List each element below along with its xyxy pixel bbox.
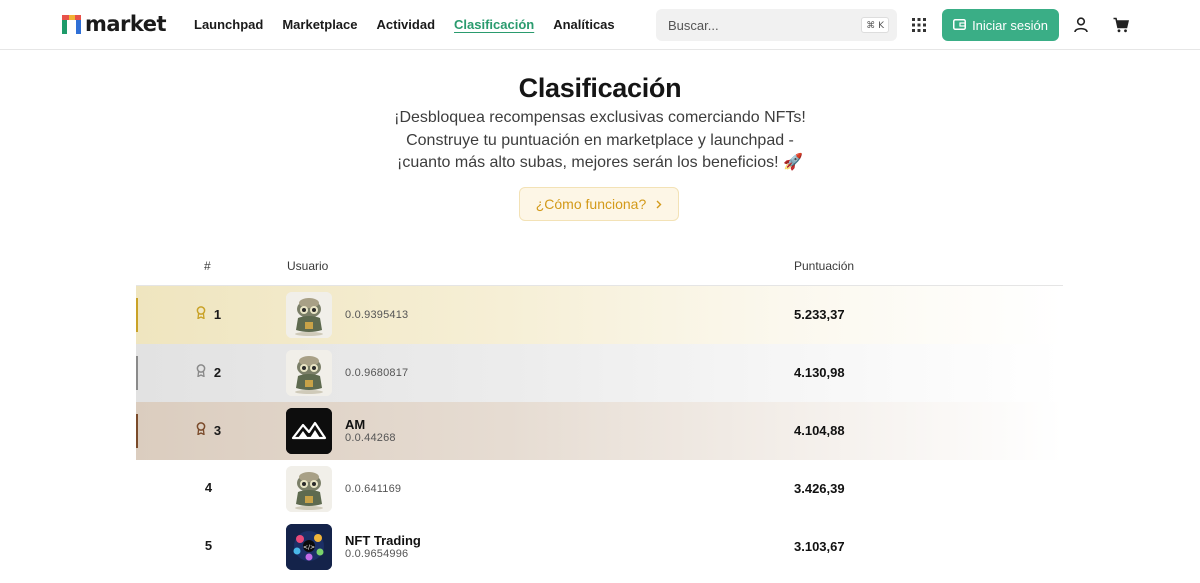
user-name: NFT Trading (345, 533, 421, 548)
score-value: 3.103,67 (794, 539, 845, 554)
search-box: ⌘ K (656, 9, 897, 41)
rank-cell: 3 (136, 422, 281, 438)
medal-icon (196, 422, 206, 438)
wallet-icon (953, 18, 967, 33)
medal-icon (196, 306, 206, 322)
search-input[interactable] (656, 9, 856, 41)
table-row[interactable]: 5 </> NFT Trading 0.0.9654996 3.103,67 (136, 518, 1063, 576)
rank-number: 4 (204, 480, 213, 495)
top-header: market Launchpad Marketplace Actividad C… (0, 0, 1200, 50)
score-value: 4.130,98 (794, 365, 845, 380)
how-it-works-label: ¿Cómo funciona? (535, 196, 647, 212)
user-name: AM (345, 417, 366, 432)
nav-marketplace[interactable]: Marketplace (282, 16, 357, 34)
rank-cell: 2 (136, 364, 281, 380)
header-score: Puntuación (794, 259, 855, 273)
table-header: # Usuario Puntuación (136, 252, 1063, 286)
table-row[interactable]: 3 AM 0.0.44268 4.104,88 (136, 402, 1063, 460)
avatar[interactable] (286, 350, 332, 396)
avatar[interactable] (286, 466, 332, 512)
user-id: 0.0.641169 (345, 483, 402, 495)
nav-analiticas[interactable]: Analíticas (553, 16, 614, 34)
avatar[interactable]: </> (286, 524, 332, 570)
table-row[interactable]: 4 0.0.641169 3.426,39 (136, 460, 1063, 518)
logo-mark-icon (62, 14, 81, 34)
chevron-right-icon (656, 196, 662, 212)
rank-cell: 5 (136, 538, 281, 553)
page-title: Clasificación (518, 73, 682, 103)
logo-text: market (85, 12, 167, 36)
rank-number: 3 (213, 422, 222, 438)
header-user: Usuario (287, 259, 329, 273)
nav-actividad[interactable]: Actividad (377, 16, 436, 34)
page-subtitle: ¡Desbloquea recompensas exclusivas comer… (0, 107, 1200, 175)
user-icon[interactable] (1070, 14, 1092, 36)
rank-number: 1 (213, 306, 222, 322)
search-shortcut-badge: ⌘ K (861, 17, 889, 33)
score-value: 5.233,37 (794, 307, 845, 322)
how-it-works-button[interactable]: ¿Cómo funciona? (519, 187, 679, 221)
subtitle-line-3: ¡cuanto más alto subas, mejores serán lo… (397, 154, 803, 171)
main-nav: Launchpad Marketplace Actividad Clasific… (194, 16, 634, 34)
login-button[interactable]: Iniciar sesión (942, 9, 1059, 41)
avatar[interactable] (286, 408, 332, 454)
apps-grid-icon[interactable] (908, 14, 930, 36)
nav-launchpad[interactable]: Launchpad (194, 16, 263, 34)
rank-cell: 1 (136, 306, 281, 322)
subtitle-line-1: ¡Desbloquea recompensas exclusivas comer… (394, 109, 806, 126)
header-rank: # (204, 259, 211, 273)
table-row[interactable]: 1 0.0.9395413 5.233,37 (136, 286, 1063, 344)
score-value: 4.104,88 (794, 423, 845, 438)
rank-number: 5 (204, 538, 213, 553)
nav-clasificacion[interactable]: Clasificación (454, 16, 534, 34)
table-row[interactable]: 2 0.0.9680817 4.130,98 (136, 344, 1063, 402)
cart-icon[interactable] (1110, 14, 1132, 36)
login-label: Iniciar sesión (972, 17, 1048, 33)
medal-icon (196, 364, 206, 380)
svg-text:</>: </> (303, 544, 315, 551)
avatar[interactable] (286, 292, 332, 338)
subtitle-line-2: Construye tu puntuación en marketplace y… (406, 131, 794, 149)
rank-number: 2 (213, 364, 222, 380)
user-id: 0.0.44268 (345, 432, 396, 444)
user-id: 0.0.9654996 (345, 548, 409, 560)
score-value: 3.426,39 (794, 481, 845, 496)
user-id: 0.0.9395413 (345, 309, 409, 321)
user-id: 0.0.9680817 (345, 367, 409, 379)
rank-cell: 4 (136, 480, 281, 495)
leaderboard-table: # Usuario Puntuación 1 0.0.9395413 5.233… (136, 252, 1063, 576)
logo[interactable]: market (62, 12, 167, 36)
